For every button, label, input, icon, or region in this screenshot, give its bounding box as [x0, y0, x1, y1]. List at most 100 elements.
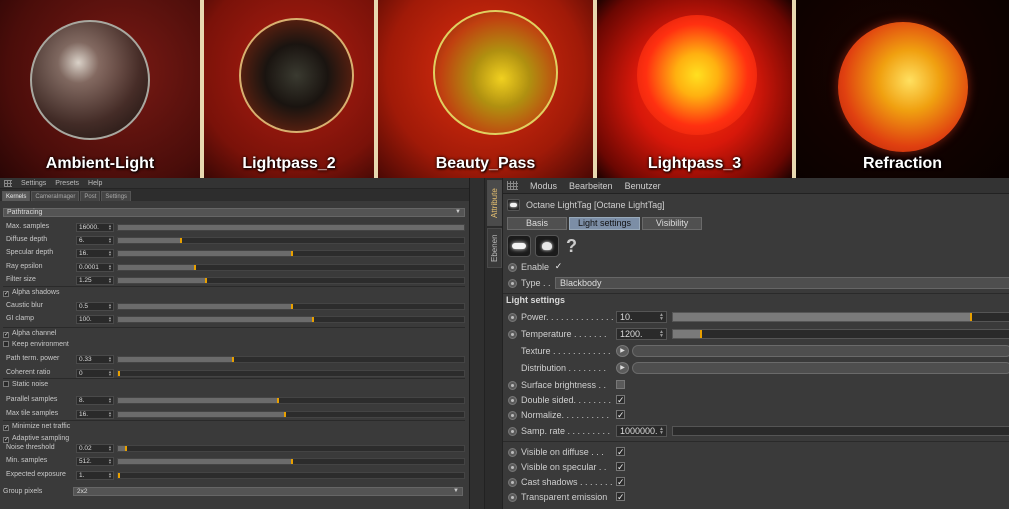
param-slider[interactable]: [117, 356, 465, 363]
option-checkbox-row[interactable]: ✓ Alpha channel: [3, 330, 56, 340]
param-slider[interactable]: [117, 370, 465, 377]
param-slider[interactable]: [117, 472, 465, 479]
keyframe-radio-icon[interactable]: [508, 478, 517, 487]
play-icon[interactable]: ▶: [616, 362, 629, 374]
param-slider[interactable]: [117, 458, 465, 465]
spinner-icon[interactable]: ▲ ▼: [659, 330, 664, 339]
play-icon[interactable]: ▶: [616, 345, 629, 357]
keyframe-radio-icon[interactable]: [508, 493, 517, 502]
tab-ebenen[interactable]: Ebenen: [487, 228, 502, 268]
spinner-icon[interactable]: ▲ ▼: [108, 224, 112, 231]
param-input[interactable]: 0.02 ▲ ▼: [76, 444, 114, 453]
param-slider[interactable]: [117, 303, 465, 310]
slider-thumb[interactable]: [118, 371, 120, 376]
tab-settings[interactable]: Settings: [101, 191, 132, 201]
spinner-icon[interactable]: ▲ ▼: [108, 277, 112, 284]
spinner-icon[interactable]: ▲ ▼: [108, 458, 112, 465]
param-input[interactable]: 0.5 ▲ ▼: [76, 302, 114, 311]
slider-thumb[interactable]: [284, 412, 287, 417]
menu-modus[interactable]: Modus: [530, 181, 557, 191]
spinner-icon[interactable]: ▲ ▼: [108, 303, 112, 310]
option-checkbox-row[interactable]: ✓ Alpha shadows: [3, 289, 59, 299]
keyframe-radio-icon[interactable]: [508, 263, 517, 272]
slider-thumb[interactable]: [291, 304, 293, 309]
param-slider[interactable]: [117, 250, 465, 257]
param-input[interactable]: 8. ▲ ▼: [76, 396, 114, 405]
spinner-icon[interactable]: ▲ ▼: [108, 411, 112, 418]
slider-thumb[interactable]: [970, 313, 973, 321]
tab-cameraimager[interactable]: CameraImager: [31, 191, 80, 201]
menu-bearbeiten[interactable]: Bearbeiten: [569, 181, 613, 191]
slider-thumb[interactable]: [180, 238, 183, 243]
samp-rate-input[interactable]: 1000000. ▲ ▼: [616, 425, 667, 437]
param-slider[interactable]: [117, 264, 465, 271]
checkbox[interactable]: ✓: [3, 437, 9, 443]
type-dropdown[interactable]: Blackbody: [555, 277, 1009, 289]
tab-attribute[interactable]: Attribute: [487, 180, 502, 226]
temperature-input[interactable]: 1200. ▲ ▼: [616, 328, 667, 340]
keyframe-radio-icon[interactable]: [508, 427, 517, 436]
param-slider[interactable]: [117, 237, 465, 244]
visible-specular-checkbox[interactable]: ✓: [616, 462, 625, 472]
slider-thumb[interactable]: [194, 265, 197, 270]
slider-thumb[interactable]: [277, 398, 280, 403]
checkbox[interactable]: ✓: [3, 425, 9, 431]
keyframe-radio-icon[interactable]: [508, 279, 517, 288]
spinner-icon[interactable]: ▲ ▼: [108, 316, 112, 323]
texture-slot[interactable]: [632, 345, 1009, 357]
param-input[interactable]: 512. ▲ ▼: [76, 457, 114, 466]
spinner-icon[interactable]: ▲ ▼: [659, 313, 664, 322]
spinner-icon[interactable]: ▲ ▼: [108, 472, 112, 479]
param-input[interactable]: 6. ▲ ▼: [76, 236, 114, 245]
slider-thumb[interactable]: [700, 330, 703, 338]
ies-light-icon[interactable]: [535, 235, 559, 257]
param-slider[interactable]: [117, 411, 465, 418]
help-icon[interactable]: ?: [566, 236, 577, 257]
cast-shadows-checkbox[interactable]: ✓: [616, 477, 625, 487]
spinner-icon[interactable]: ▲ ▼: [108, 397, 112, 404]
param-slider[interactable]: [117, 224, 465, 231]
keyframe-radio-icon[interactable]: [508, 448, 517, 457]
param-slider[interactable]: [117, 445, 465, 452]
param-input[interactable]: 1.25 ▲ ▼: [76, 276, 114, 285]
slider-thumb[interactable]: [311, 317, 314, 322]
param-input[interactable]: 0.0001 ▲ ▼: [76, 263, 114, 272]
keyframe-radio-icon[interactable]: [508, 396, 517, 405]
spinner-icon[interactable]: ▲ ▼: [659, 427, 664, 436]
param-input[interactable]: 0.33 ▲ ▼: [76, 355, 114, 364]
slider-thumb[interactable]: [291, 251, 293, 256]
tab-kernels[interactable]: Kernels: [2, 191, 31, 201]
spinner-icon[interactable]: ▲ ▼: [108, 237, 112, 244]
slider-thumb[interactable]: [291, 459, 293, 464]
option-checkbox-row[interactable]: Keep environment: [3, 341, 69, 351]
checkbox[interactable]: ✓: [3, 332, 9, 338]
group-pixels-dropdown[interactable]: 2x2 ▼: [73, 487, 463, 496]
option-checkbox-row[interactable]: Static noise: [3, 381, 48, 391]
spinner-icon[interactable]: ▲ ▼: [108, 356, 112, 363]
transparent-emission-checkbox[interactable]: ✓: [616, 492, 625, 502]
param-slider[interactable]: [117, 397, 465, 404]
distribution-slot[interactable]: [632, 362, 1009, 374]
spinner-icon[interactable]: ▲ ▼: [108, 445, 112, 452]
double-sided-checkbox[interactable]: ✓: [616, 395, 625, 405]
keyframe-radio-icon[interactable]: [508, 463, 517, 472]
checkbox[interactable]: ✓: [3, 291, 9, 297]
keyframe-radio-icon[interactable]: [508, 381, 517, 390]
power-slider[interactable]: [672, 312, 1009, 322]
slider-thumb[interactable]: [232, 357, 235, 362]
param-input[interactable]: 16000. ▲ ▼: [76, 223, 114, 232]
area-light-icon[interactable]: [507, 235, 531, 257]
spinner-icon[interactable]: ▲ ▼: [108, 250, 112, 257]
checkbox[interactable]: [3, 341, 9, 347]
grid-icon[interactable]: [507, 181, 518, 190]
param-slider[interactable]: [117, 316, 465, 323]
visible-diffuse-checkbox[interactable]: ✓: [616, 447, 625, 457]
param-input[interactable]: 0 ▲ ▼: [76, 369, 114, 378]
menu-settings[interactable]: Settings: [21, 180, 46, 187]
checkbox[interactable]: [3, 381, 9, 387]
surface-brightness-checkbox[interactable]: [616, 380, 625, 389]
normalize-checkbox[interactable]: ✓: [616, 410, 625, 420]
slider-thumb[interactable]: [124, 446, 127, 451]
param-input[interactable]: 1. ▲ ▼: [76, 471, 114, 480]
slider-thumb[interactable]: [118, 473, 120, 478]
